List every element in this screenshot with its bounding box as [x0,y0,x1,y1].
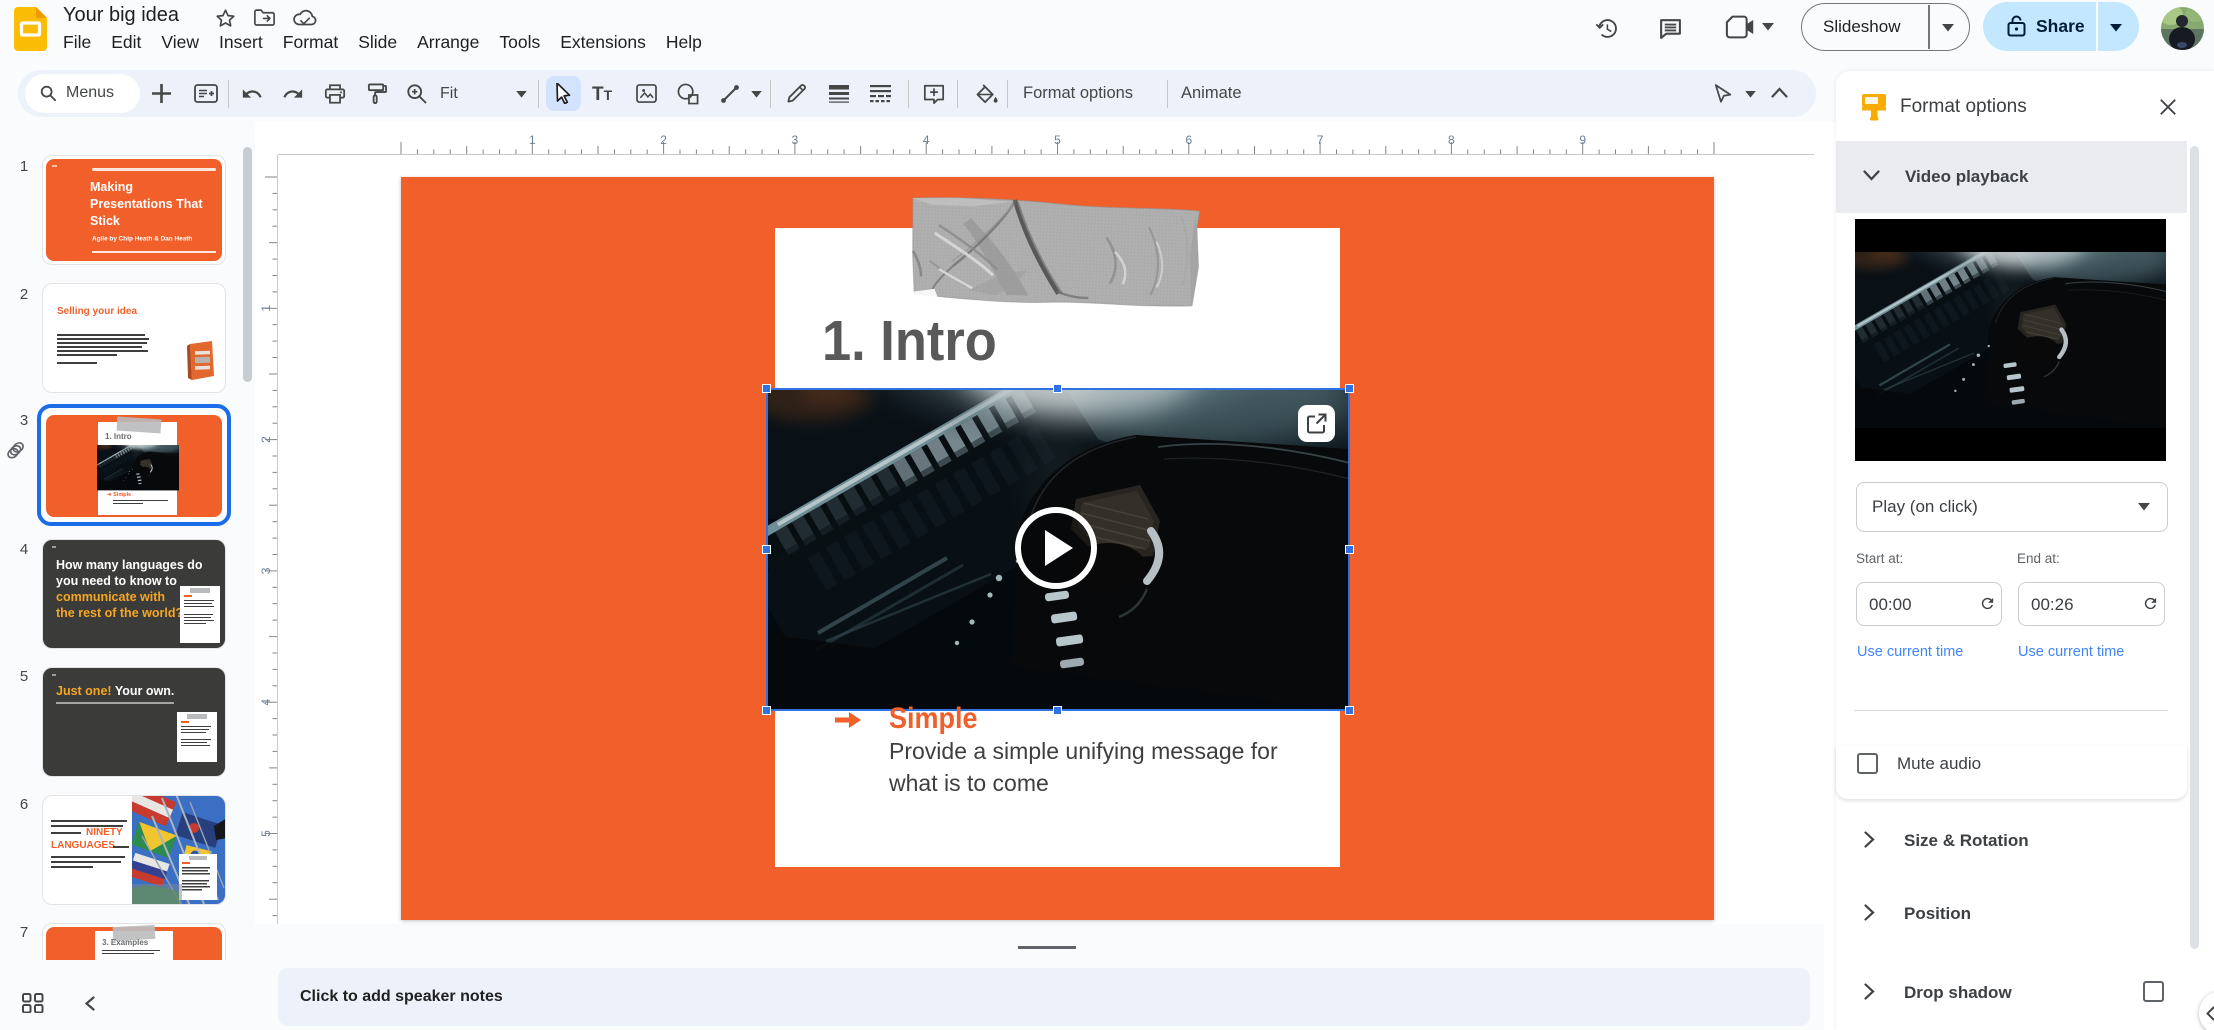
svg-text:5: 5 [1054,133,1061,147]
svg-text:3: 3 [792,133,799,147]
svg-text:2: 2 [259,436,273,443]
svg-text:5: 5 [259,830,273,837]
svg-text:8: 8 [1448,133,1455,147]
svg-text:1: 1 [529,133,536,147]
svg-text:3: 3 [259,567,273,574]
svg-text:4: 4 [923,133,930,147]
svg-text:6: 6 [1185,133,1192,147]
svg-text:2: 2 [660,133,667,147]
svg-text:4: 4 [259,699,273,706]
svg-text:7: 7 [1317,133,1324,147]
svg-text:1: 1 [259,305,273,312]
svg-text:9: 9 [1579,133,1586,147]
